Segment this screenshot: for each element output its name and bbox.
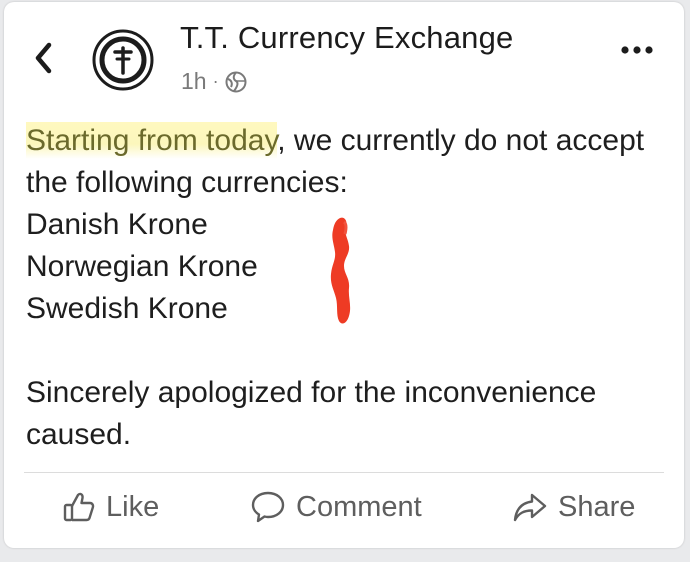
comment-bubble-icon — [251, 491, 285, 523]
share-label: Share — [558, 490, 636, 523]
action-bar: Like Comment Share — [4, 490, 684, 538]
action-divider — [24, 472, 664, 473]
comment-label: Comment — [296, 490, 422, 523]
post-card: T.T. Currency Exchange 1h · Starting fro… — [4, 2, 684, 548]
more-dots-icon — [621, 46, 653, 54]
red-marker-annotation — [330, 217, 351, 324]
like-label: Like — [106, 490, 160, 523]
post-time[interactable]: 1h — [181, 68, 207, 95]
like-button[interactable]: Like — [62, 490, 159, 524]
closing-text: Sincerely apologized for the inconvenien… — [26, 376, 597, 451]
back-button[interactable] — [32, 40, 56, 76]
chevron-left-icon — [35, 42, 52, 74]
post-intro: Starting from today, we currently do not… — [26, 120, 666, 204]
meta-separator: · — [212, 71, 219, 91]
logo-icon — [92, 29, 154, 91]
comment-button[interactable]: Comment — [250, 490, 422, 524]
highlighted-text: Starting from today — [26, 122, 278, 159]
post-meta: 1h · — [181, 68, 247, 95]
page-name[interactable]: T.T. Currency Exchange — [180, 20, 514, 56]
share-button[interactable]: Share — [512, 490, 635, 524]
share-arrow-icon — [513, 493, 547, 522]
globe-icon — [225, 71, 247, 92]
page-avatar[interactable] — [92, 29, 154, 91]
thumbs-up-icon — [63, 492, 95, 522]
more-options-button[interactable] — [620, 40, 654, 60]
